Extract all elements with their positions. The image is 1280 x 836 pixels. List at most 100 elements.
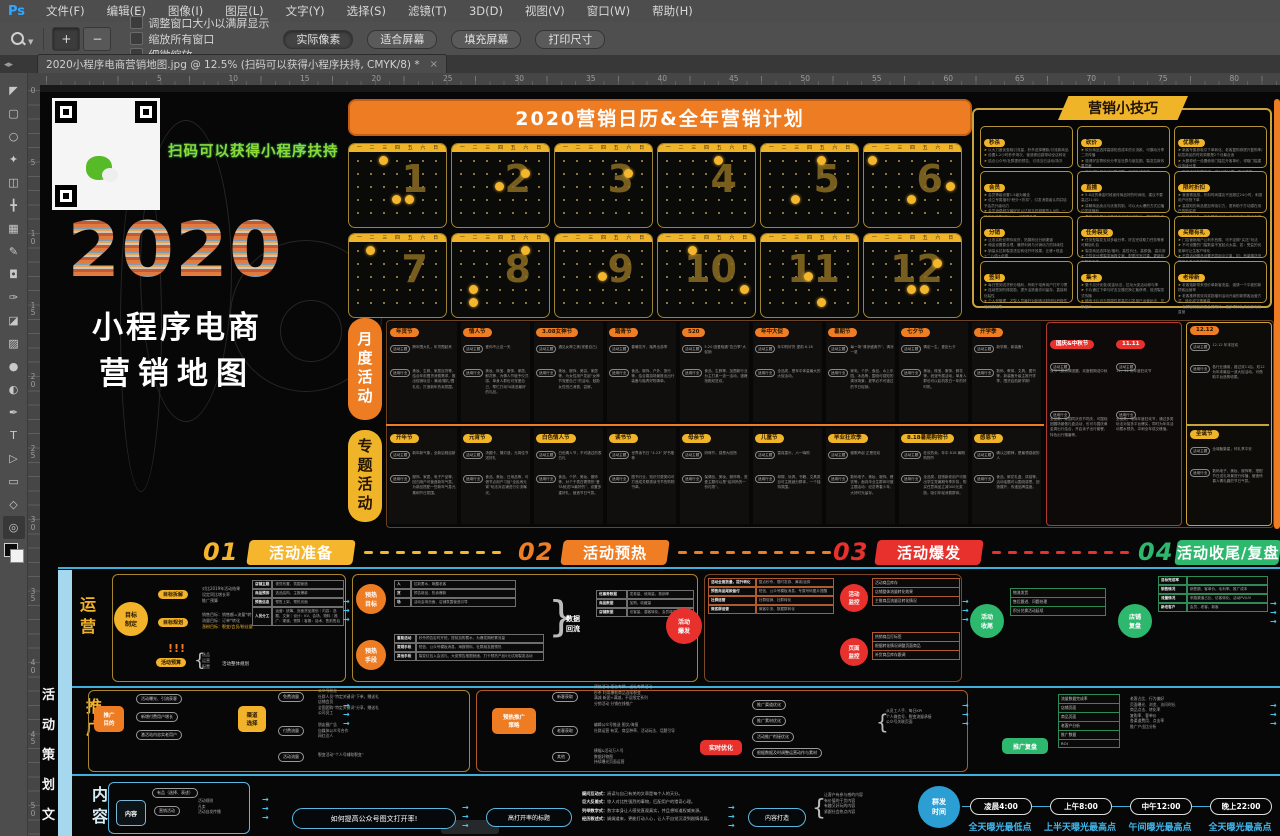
magic-wand-tool-icon[interactable]: ✦ (3, 148, 25, 171)
menu-窗口(W)[interactable]: 窗口(W) (576, 4, 641, 18)
history-brush-tool-icon[interactable]: ✑ (3, 286, 25, 309)
calendar-month-2: 一二三四五六日2 (451, 143, 550, 228)
lane-side-char: 策 (42, 744, 58, 763)
flow-outline-pill: 新增付费用户增长 (136, 712, 178, 722)
calendar-month-3: 一二三四五六日3 (554, 143, 653, 228)
calendar-month-11: 一二三四五六日11 (760, 233, 859, 318)
activity-detail: 适用行业保健品、美妆、服饰等，宠爱主题可以是“给妈妈的一份礼物”。 (682, 475, 748, 491)
ruler-number: 5 (29, 159, 37, 167)
lane-side-char: 划 (42, 774, 58, 793)
pen-tool-icon[interactable]: ✒ (3, 401, 25, 424)
lane-separator (58, 774, 1280, 776)
flow-lines: 裂变活动“个人号辅助裂变” (318, 752, 364, 758)
activity-title-踏青节: 踏青节 (609, 328, 638, 337)
phase-dash (1120, 551, 1129, 554)
document-tab-title: 2020小程序电商营销地图.jpg @ 12.5% (扫码可以获得小程序扶持, … (46, 57, 420, 72)
ruler-number: 5 (157, 74, 162, 83)
phase-dash (678, 551, 687, 554)
activity-detail: 活动主题每一场“清凉盛典节”，清凉一夏 (828, 345, 894, 355)
phase-label-活动收尾/复盘: 活动收尾/复盘 (1174, 540, 1280, 565)
menu-帮助(H)[interactable]: 帮助(H) (641, 4, 704, 18)
button-填充屏幕[interactable]: 填充屏幕 (451, 30, 521, 49)
activity-detail: 适用行业数码、教育、文具、图书等，新装备升级主推开学季，囤货启航新学期! (974, 369, 1040, 385)
lasso-tool-icon[interactable]: ○ (3, 125, 25, 148)
activity-detail: 适用行业美妆、服饰、美容、家居等，为女性用户发起“女神节宠爱自己”的活动，鼓励女… (536, 369, 602, 390)
time-pill-中午12:00: 中午12:00 (1130, 798, 1192, 815)
zoom-in-button[interactable]: + (52, 27, 80, 51)
activity-title-读书节: 读书节 (609, 434, 638, 443)
calendar-month-4: 一二三四五六日4 (657, 143, 756, 228)
checkbox-icon[interactable] (130, 32, 143, 45)
button-实际像素[interactable]: 实际像素 (283, 30, 353, 49)
menu-滤镜(T)[interactable]: 滤镜(T) (397, 4, 458, 18)
activity-detail: 适用行业各行业通用，错过双11后，双12为年末最后一波大促活动，可借助平台造势收… (1190, 365, 1266, 381)
ruler-number: 55 (872, 74, 882, 83)
flow-circle: 预热 目标 (356, 584, 386, 614)
activity-detail: 活动主题12.12 年末狂欢 (1190, 343, 1266, 351)
button-适合屏幕[interactable]: 适合屏幕 (367, 30, 437, 49)
zoom-tool-icon[interactable] (10, 31, 26, 47)
menu-视图(V)[interactable]: 视图(V) (514, 4, 576, 18)
dodge-tool-icon[interactable]: ◐ (3, 378, 25, 401)
gradient-tool-icon[interactable]: ▨ (3, 332, 25, 355)
lane-label-运营: 运营 (74, 596, 98, 640)
lane-label-内容: 内容 (86, 786, 110, 830)
time-caption: 上半天曝光最高点 (1035, 820, 1125, 833)
calendar-banner: 2020营销日历&全年营销计划 (348, 99, 972, 136)
crop-tool-icon[interactable]: ◫ (3, 171, 25, 194)
checkbox-icon[interactable] (130, 16, 143, 29)
eyedropper-tool-icon[interactable]: ╋ (3, 194, 25, 217)
move-tool-icon[interactable]: ◤ (3, 79, 25, 102)
hand-tool-icon[interactable]: ◇ (3, 493, 25, 516)
type-tool-icon[interactable]: T (3, 424, 25, 447)
path-select-tool-icon[interactable]: ▷ (3, 447, 25, 470)
phase-dash (1056, 551, 1065, 554)
eraser-tool-icon[interactable]: ◪ (3, 309, 25, 332)
checkbox-缩放所有窗口[interactable]: 缩放所有窗口 (130, 31, 269, 47)
tip-card-集卡: 集卡➤ 集卡瓜分优惠/奖金玩法，拉动大促活动参与率➤ 卡片通过下单与好友互赠兑换… (1077, 261, 1170, 303)
marquee-tool-icon[interactable]: ▢ (3, 102, 25, 125)
button-打印尺寸[interactable]: 打印尺寸 (535, 30, 605, 49)
blur-tool-icon[interactable]: ● (3, 355, 25, 378)
close-icon[interactable]: × (430, 59, 438, 70)
activity-title-圣诞节: 圣诞节 (1190, 430, 1219, 439)
menu-文字(Y)[interactable]: 文字(Y) (275, 4, 336, 18)
phase-dash (774, 551, 783, 554)
menu-3D(D)[interactable]: 3D(D) (458, 4, 514, 18)
checkbox-调整窗口大小以满屏显示[interactable]: 调整窗口大小以满屏显示 (130, 15, 269, 31)
phase-dash (822, 551, 831, 554)
shape-tool-icon[interactable]: ▭ (3, 470, 25, 493)
color-swatches[interactable] (4, 543, 24, 563)
flow-lines: 活动整体规划 (222, 662, 249, 669)
brush-tool-icon[interactable]: ✎ (3, 240, 25, 263)
ruler-number: 30 (515, 74, 525, 83)
chevron-down-icon[interactable]: ▼ (28, 38, 33, 46)
calendar-month-9: 一二三四五六日9 (554, 233, 653, 318)
ruler-number: 40 (29, 659, 37, 675)
flow-arrows-icon: →→→ (1270, 600, 1277, 626)
zoom-tool-icon[interactable]: ◎ (3, 516, 25, 539)
activity-detail: 活动主题年中购好货 提前 6.18 (755, 345, 821, 353)
phase-dash (694, 551, 703, 554)
phase-label-活动爆发: 活动爆发 (874, 540, 984, 565)
document-tab[interactable]: 2020小程序电商营销地图.jpg @ 12.5% (扫码可以获得小程序扶持, … (37, 54, 447, 73)
ruler-number: 10 (229, 74, 239, 83)
panel-collapse-icon[interactable]: ◂▸ (0, 60, 17, 73)
flow-outline-pill: 推广渠道优化 (752, 700, 786, 710)
flow-arrows-icon: →→→ (962, 702, 969, 728)
ruler-number: 25 (29, 445, 37, 461)
menu-文件(F)[interactable]: 文件(F) (35, 4, 96, 18)
clone-stamp-tool-icon[interactable]: ◘ (3, 263, 25, 286)
flow-lines: 活动规则凡卖活动自发传播 (198, 798, 221, 815)
phase-dash (428, 551, 437, 554)
flow-outline-pill: 付费流量 (278, 726, 304, 736)
background-color[interactable] (10, 549, 24, 563)
activity-title-毕业狂欢季: 毕业狂欢季 (828, 434, 868, 443)
activity-detail: 适用行业食品、服饰、户外、旅行等，结合春游场景推出出行装备与踏青好物清单。 (609, 369, 675, 385)
flow-rowbox: 活动商品库存店铺整体流量转化效果主推商品流量及转化情况 (872, 578, 960, 606)
activity-title-儿童节: 儿童节 (755, 434, 784, 443)
healing-brush-tool-icon[interactable]: ▦ (3, 217, 25, 240)
menu-选择(S)[interactable]: 选择(S) (336, 4, 397, 18)
zoom-out-button[interactable]: − (83, 27, 111, 51)
activity-title-开学季: 开学季 (974, 328, 1003, 337)
